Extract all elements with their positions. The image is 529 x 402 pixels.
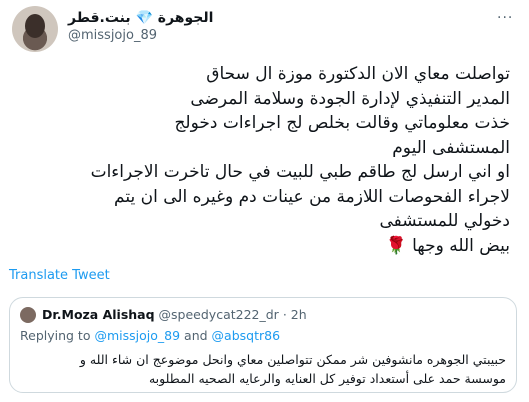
quote-text-line: موسسة حمد على أستعداد توفير كل العنايه و… xyxy=(148,371,506,386)
tweet-text-line-last: بيض الله وجها 🌹 xyxy=(20,234,510,259)
tweet-text: تواصلت معاي الان الدكتورة موزة ال سحاق ا… xyxy=(20,62,510,258)
quote-author-name[interactable]: Dr.Moza Alishaq xyxy=(42,307,155,322)
tweet-text-line: لاجراء الفحوصات اللازمة من عينات دم وغير… xyxy=(114,186,510,207)
tweet-card: الجوهرة 💎 بنت.قطر @missjojo_89 ··· تواصل… xyxy=(0,0,529,402)
tweet-text-line: دخولي للمستشفى xyxy=(379,211,510,231)
quote-separator: · xyxy=(282,307,287,322)
quote-text: حبيبتي الجوهره مانشوفين شر ممكن تتواصلين… xyxy=(26,350,506,388)
avatar[interactable] xyxy=(12,6,58,52)
tweet-text-line: المستشفى اليوم xyxy=(392,137,510,158)
more-options-icon[interactable]: ··· xyxy=(497,10,513,26)
tweet-text-line: بيض الله وجها xyxy=(412,235,510,256)
replying-to: Replying to @missjojo_89 and @absqtr86 xyxy=(20,328,280,343)
rose-emoji-icon: 🌹 xyxy=(385,235,407,256)
replying-and: and xyxy=(184,328,208,343)
translate-tweet-link[interactable]: Translate Tweet xyxy=(9,268,110,283)
author-display-name[interactable]: الجوهرة 💎 بنت.قطر xyxy=(68,10,213,26)
tweet-text-line: او اني ارسل لج طاقم طبي للبيت في حال تاخ… xyxy=(90,162,510,182)
quoted-tweet[interactable]: Dr.Moza Alishaq @speedycat222_dr · 2h Re… xyxy=(9,297,517,393)
replying-to-link[interactable]: @missjojo_89 xyxy=(94,328,180,343)
avatar-figure xyxy=(25,14,45,38)
quote-avatar[interactable] xyxy=(20,307,36,323)
quote-text-line: حبيبتي الجوهره مانشوفين شر ممكن تتواصلين… xyxy=(79,352,506,367)
quote-header: Dr.Moza Alishaq @speedycat222_dr · 2h xyxy=(42,307,307,322)
replying-prefix: Replying to xyxy=(20,328,91,343)
author-name-row[interactable]: الجوهرة 💎 بنت.قطر xyxy=(68,9,213,27)
replying-to-link[interactable]: @absqtr86 xyxy=(212,328,281,343)
quote-author-handle[interactable]: @speedycat222_dr xyxy=(159,307,279,322)
author-handle[interactable]: @missjojo_89 xyxy=(68,28,157,43)
quote-timestamp[interactable]: 2h xyxy=(291,307,307,322)
tweet-text-line: المدير التنفيذي لإدارة الجودة وسلامة الم… xyxy=(190,88,510,109)
tweet-text-line: خذت معلوماتي وقالت بخلص لج اجراءات دخولج xyxy=(174,113,510,133)
tweet-text-line: تواصلت معاي الان الدكتورة موزة ال سحاق xyxy=(206,64,510,84)
